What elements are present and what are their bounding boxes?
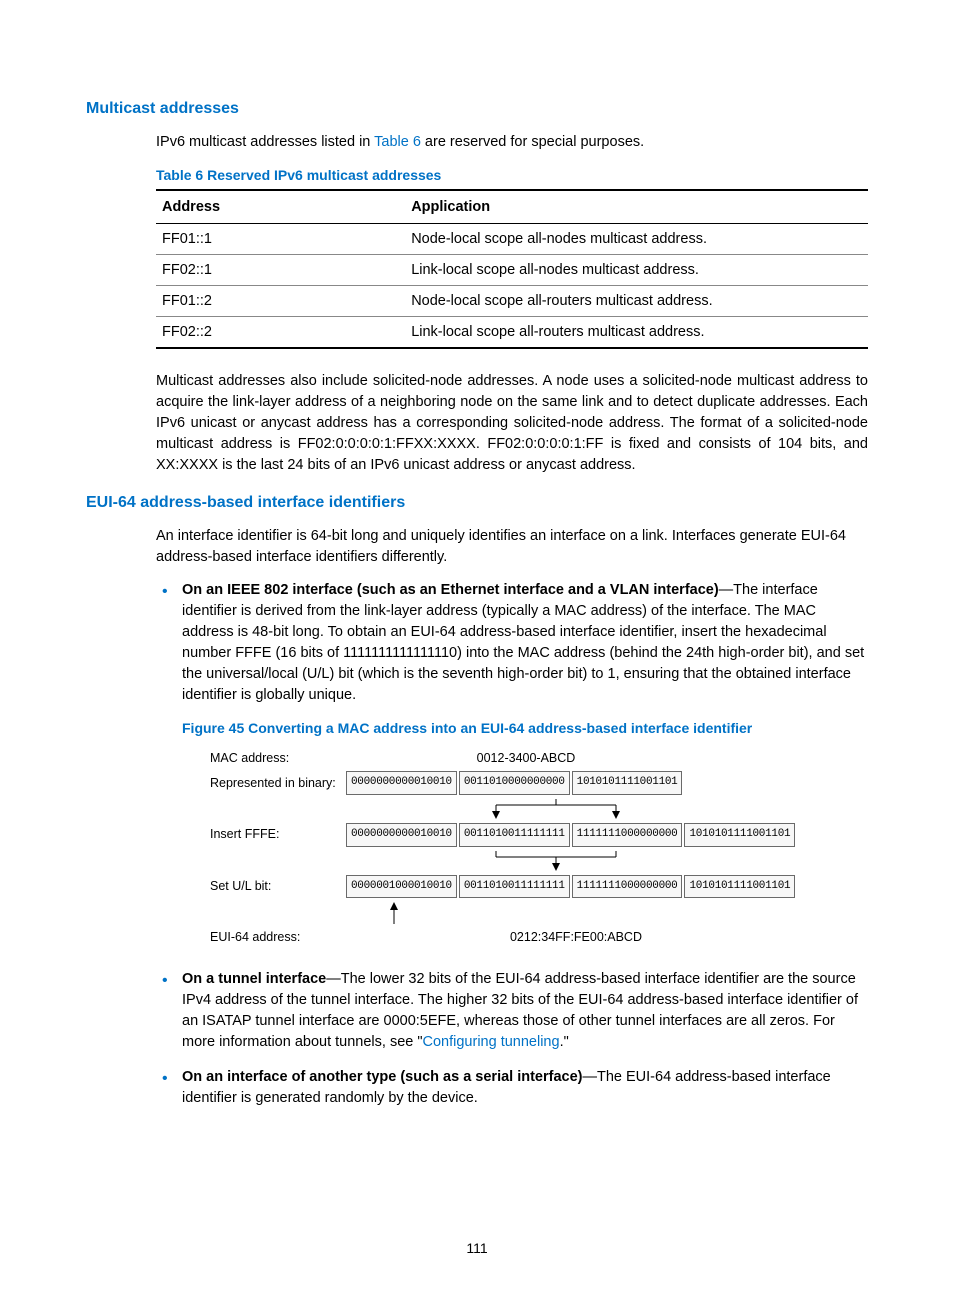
fig-box: 1111111000000000 <box>572 823 683 847</box>
figure-45: MAC address: 0012-3400-ABCD Represented … <box>210 749 868 947</box>
cell-app: Node-local scope all-nodes multicast add… <box>405 224 868 255</box>
link-table-6[interactable]: Table 6 <box>374 134 421 150</box>
fig-label-ul: Set U/L bit: <box>210 877 346 895</box>
bullet-other-interface: On an interface of another type (such as… <box>156 1067 868 1109</box>
fig-box: 0011010000000000 <box>459 771 570 795</box>
fig-label-bin: Represented in binary: <box>210 774 346 792</box>
text: are reserved for special purposes. <box>421 134 644 150</box>
fig-box: 0011010011111111 <box>459 823 570 847</box>
fig-label-eui: EUI-64 address: <box>210 928 346 946</box>
fig-label-fffe: Insert FFFE: <box>210 825 346 843</box>
arrow-merge-icon <box>376 851 836 871</box>
bullet-rest: —The interface identifier is derived fro… <box>182 582 864 703</box>
fig-box: 0000000000010010 <box>346 771 457 795</box>
bullet-ieee802: On an IEEE 802 interface (such as an Eth… <box>156 580 868 946</box>
cell-addr: FF01::1 <box>156 224 405 255</box>
cell-app: Link-local scope all-nodes multicast add… <box>405 255 868 286</box>
multicast-intro: IPv6 multicast addresses listed in Table… <box>156 132 868 153</box>
heading-eui64: EUI-64 address-based interface identifie… <box>86 494 868 512</box>
link-configuring-tunneling[interactable]: Configuring tunneling <box>423 1034 560 1050</box>
table-reserved-multicast: Address Application FF01::1 Node-local s… <box>156 189 868 349</box>
fig-box: 1111111000000000 <box>572 875 683 899</box>
fig-label-mac: MAC address: <box>210 749 346 767</box>
fig-eui-value: 0212:34FF:FE00:ABCD <box>346 928 806 946</box>
table-6-title: Table 6 Reserved IPv6 multicast addresse… <box>156 167 868 183</box>
table-row: FF02::2 Link-local scope all-routers mul… <box>156 317 868 349</box>
fig-box: 0000001000010010 <box>346 875 457 899</box>
page-number: 111 <box>0 1240 954 1256</box>
arrow-ul-bit-icon <box>386 902 436 924</box>
table-row: FF02::1 Link-local scope all-nodes multi… <box>156 255 868 286</box>
cell-addr: FF02::1 <box>156 255 405 286</box>
th-address: Address <box>156 190 405 224</box>
bullet-rest: ." <box>560 1034 569 1050</box>
fig-box: 1010101111001101 <box>572 771 683 795</box>
th-application: Application <box>405 190 868 224</box>
fig-box: 0000000000010010 <box>346 823 457 847</box>
cell-addr: FF02::2 <box>156 317 405 349</box>
arrow-split-icon <box>376 799 736 819</box>
bullet-bold: On a tunnel interface <box>182 971 326 987</box>
bullet-bold: On an interface of another type (such as… <box>182 1069 583 1085</box>
cell-addr: FF01::2 <box>156 286 405 317</box>
bullet-bold: On an IEEE 802 interface (such as an Eth… <box>182 582 719 598</box>
bullet-tunnel: On a tunnel interface—The lower 32 bits … <box>156 969 868 1053</box>
fig-mac-value: 0012-3400-ABCD <box>346 749 706 767</box>
figure-45-title: Figure 45 Converting a MAC address into … <box>182 718 868 738</box>
fig-box: 1010101111001101 <box>684 875 795 899</box>
fig-box: 0011010011111111 <box>459 875 570 899</box>
table-row: FF01::2 Node-local scope all-routers mul… <box>156 286 868 317</box>
text: IPv6 multicast addresses listed in <box>156 134 374 150</box>
eui64-intro: An interface identifier is 64-bit long a… <box>156 526 868 568</box>
cell-app: Node-local scope all-routers multicast a… <box>405 286 868 317</box>
heading-multicast: Multicast addresses <box>86 100 868 118</box>
fig-box: 1010101111001101 <box>684 823 795 847</box>
table-row: FF01::1 Node-local scope all-nodes multi… <box>156 224 868 255</box>
multicast-solicited-node-para: Multicast addresses also include solicit… <box>156 371 868 476</box>
cell-app: Link-local scope all-routers multicast a… <box>405 317 868 349</box>
